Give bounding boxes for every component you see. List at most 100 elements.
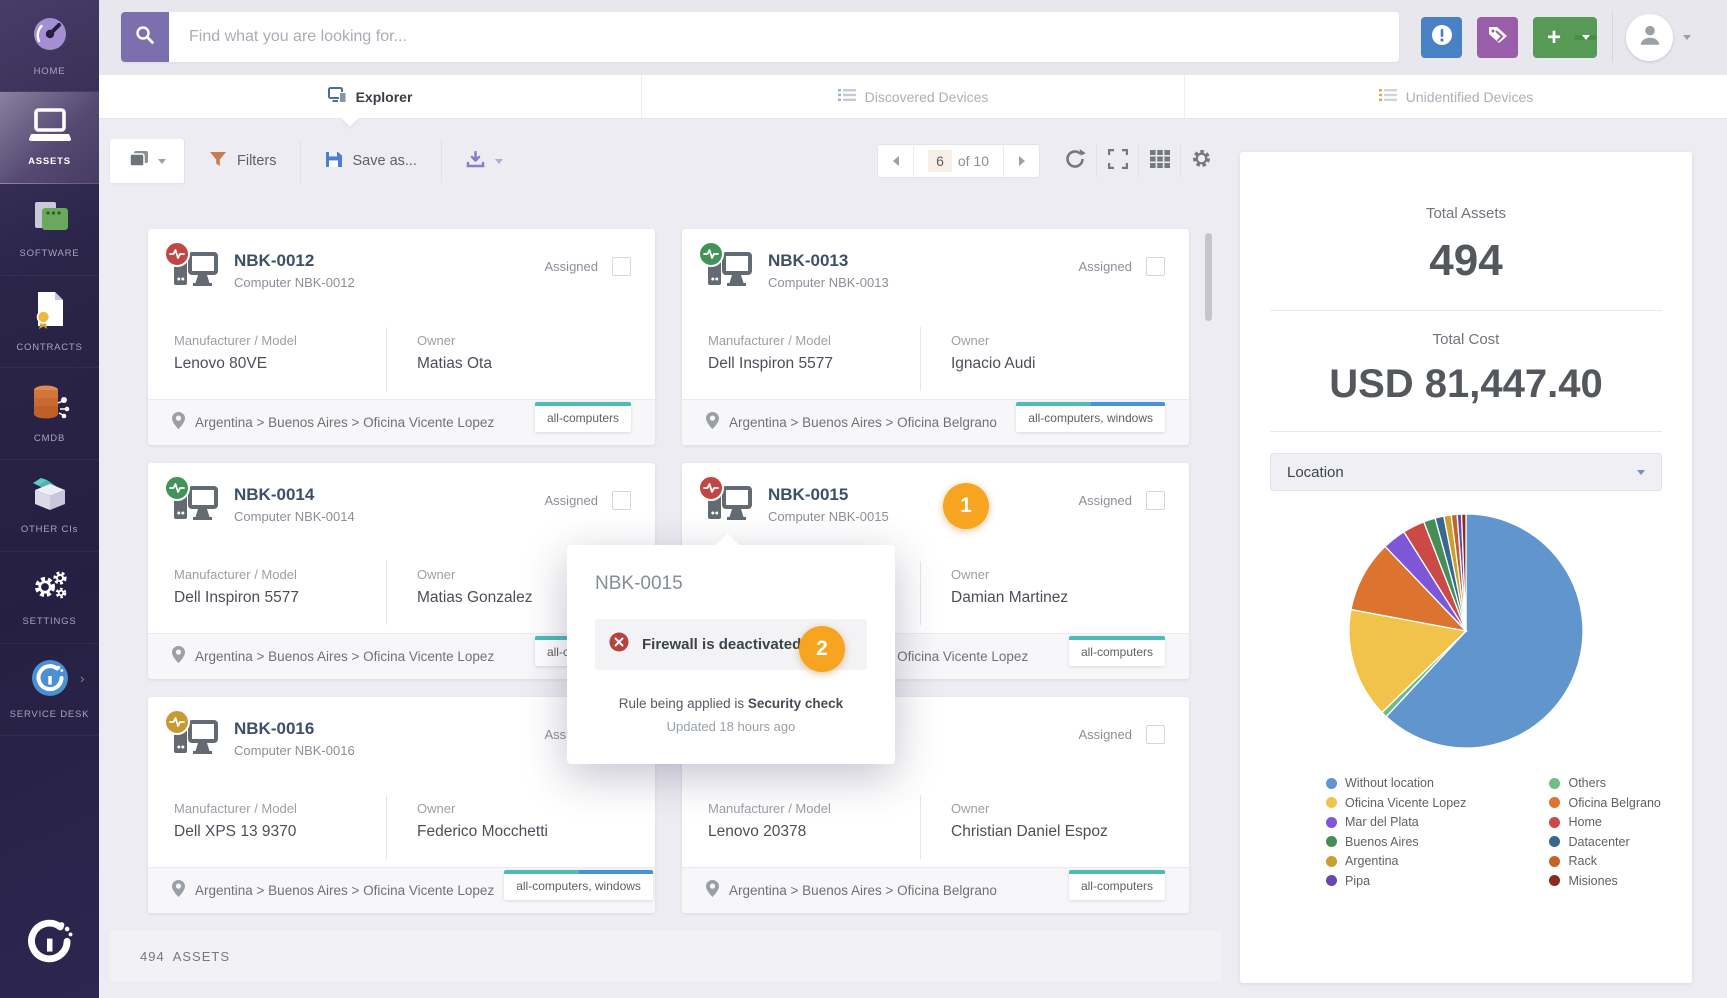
export-button[interactable] — [440, 139, 527, 183]
gears-icon — [30, 568, 70, 609]
refresh-button[interactable] — [1054, 144, 1096, 178]
plus-icon: + — [1546, 23, 1561, 51]
manufacturer-label: Manufacturer / Model — [174, 333, 297, 348]
asset-checkbox[interactable] — [1146, 257, 1165, 276]
legend-item: Pipa — [1326, 874, 1497, 889]
total-assets-value: 494 — [1429, 236, 1503, 285]
sidebar-item-software[interactable]: SOFTWARE — [0, 184, 99, 276]
fullscreen-button[interactable] — [1096, 144, 1138, 178]
tab-unidentified-devices[interactable]: Unidentified Devices — [1184, 75, 1727, 118]
scrollbar-thumb[interactable] — [1205, 233, 1212, 321]
sidebar-label: OTHER CIs — [20, 523, 79, 535]
sidebar-item-service-desk[interactable]: › SERVICE DESK — [0, 644, 99, 736]
asset-checkbox[interactable] — [612, 491, 631, 510]
sidebar-label: SETTINGS — [22, 615, 77, 627]
user-menu-caret[interactable] — [1683, 35, 1691, 40]
grid-icon — [1149, 149, 1170, 173]
legend-color-dot — [1549, 855, 1561, 867]
user-icon — [1637, 22, 1663, 53]
legend-label: Oficina Belgrano — [1568, 795, 1661, 810]
sidebar-label: SOFTWARE — [19, 247, 80, 259]
asset-title[interactable]: NBK-0012 — [234, 251, 355, 271]
current-page[interactable]: 6 — [928, 150, 952, 172]
alert-message: Firewall is deactivated — [642, 636, 802, 653]
view-mode-button[interactable] — [110, 139, 184, 183]
computer-icon — [172, 252, 218, 295]
table-view-button[interactable] — [1138, 144, 1180, 178]
legend-item: Without location — [1326, 776, 1497, 791]
tag-chip[interactable]: all-computers — [1068, 869, 1165, 900]
open-box-icon — [29, 476, 71, 517]
add-asset-button[interactable]: + — [1533, 17, 1597, 58]
asset-title[interactable]: NBK-0013 — [768, 251, 889, 271]
user-avatar[interactable] — [1626, 14, 1673, 61]
tab-label: Explorer — [355, 88, 413, 105]
search-icon — [135, 25, 155, 50]
asset-subtitle: Computer NBK-0013 — [768, 275, 889, 290]
tag-chip[interactable]: all-computers — [534, 401, 631, 432]
asset-checkbox[interactable] — [612, 257, 631, 276]
tag-chip[interactable]: all-computers, windows — [504, 869, 653, 900]
legend-color-dot — [1326, 855, 1337, 867]
sidebar-item-assets[interactable]: ASSETS — [0, 92, 99, 184]
asset-card[interactable]: NBK-0012 Computer NBK-0012 Assigned Manu… — [148, 229, 655, 445]
asset-title[interactable]: NBK-0015 — [768, 485, 889, 505]
updated-timestamp: Updated 18 hours ago — [666, 719, 796, 734]
location-breadcrumb: Argentina > Buenos Aires > Oficina Belgr… — [729, 415, 997, 430]
topbar-divider — [1612, 12, 1613, 62]
tab-discovered-devices[interactable]: Discovered Devices — [641, 75, 1184, 118]
search-button[interactable] — [121, 12, 169, 62]
legend-label: Buenos Aires — [1345, 834, 1419, 849]
prev-page-button[interactable] — [878, 144, 915, 178]
toolbar-icon-group — [1054, 144, 1222, 178]
divider — [1270, 431, 1662, 432]
tag-chip[interactable]: all-computers — [1068, 635, 1165, 666]
add-dropdown[interactable] — [1575, 35, 1597, 40]
legend-item: Datacenter — [1549, 835, 1692, 850]
database-icon — [30, 383, 70, 426]
legend-color-dot — [1326, 836, 1337, 848]
sidebar-item-home[interactable]: HOME — [0, 0, 99, 92]
asset-checkbox[interactable] — [1146, 491, 1165, 510]
tag-chip[interactable]: all-computers, windows — [1016, 401, 1165, 432]
invgate-logo — [0, 890, 99, 998]
location-breadcrumb: Argentina > Buenos Aires > Oficina Vicen… — [195, 649, 495, 664]
asset-card[interactable]: NBK-0013 Computer NBK-0013 Assigned Manu… — [682, 229, 1189, 445]
next-page-button[interactable] — [1003, 144, 1039, 178]
refresh-icon — [1064, 148, 1086, 175]
tags-button[interactable] — [1477, 17, 1518, 58]
owner-value: Christian Daniel Espoz — [951, 823, 1108, 840]
alerts-button[interactable] — [1421, 17, 1462, 58]
sidebar-label: SERVICE DESK — [9, 708, 90, 720]
divider — [1270, 310, 1662, 311]
sidebar-item-cmdb[interactable]: CMDB — [0, 368, 99, 460]
sidebar-item-contracts[interactable]: CONTRACTS — [0, 276, 99, 368]
filters-button[interactable]: Filters — [184, 139, 300, 183]
settings-button[interactable] — [1180, 144, 1222, 178]
location-filter-select[interactable]: Location — [1270, 453, 1662, 491]
chevron-down-icon — [1582, 35, 1590, 40]
location-filter-label: Location — [1287, 463, 1344, 481]
status-pulse-badge — [164, 709, 190, 735]
location-pie-chart — [1240, 501, 1692, 768]
tab-explorer[interactable]: Explorer — [99, 75, 641, 127]
service-desk-logo-icon: › — [31, 659, 85, 702]
info-icon — [1431, 24, 1453, 51]
asset-title[interactable]: NBK-0014 — [234, 485, 355, 505]
location-pin-icon — [706, 411, 719, 434]
global-search — [121, 12, 1399, 62]
save-as-button[interactable]: Save as... — [300, 139, 440, 183]
chevron-down-icon — [157, 158, 166, 164]
legend-item: Argentina — [1326, 854, 1497, 869]
asset-subtitle: Computer NBK-0014 — [234, 509, 355, 524]
topbar: + — [99, 0, 1727, 75]
asset-subtitle: Computer NBK-0012 — [234, 275, 355, 290]
search-input[interactable] — [169, 12, 1399, 62]
legend-item: Buenos Aires — [1326, 835, 1497, 850]
asset-title[interactable]: NBK-0016 — [234, 719, 355, 739]
location-breadcrumb: Argentina > Buenos Aires > Oficina Vicen… — [195, 883, 495, 898]
sidebar-item-settings[interactable]: SETTINGS — [0, 552, 99, 644]
sidebar-item-other-cis[interactable]: OTHER CIs — [0, 460, 99, 552]
asset-checkbox[interactable] — [1146, 725, 1165, 744]
owner-value: Federico Mocchetti — [417, 823, 548, 840]
